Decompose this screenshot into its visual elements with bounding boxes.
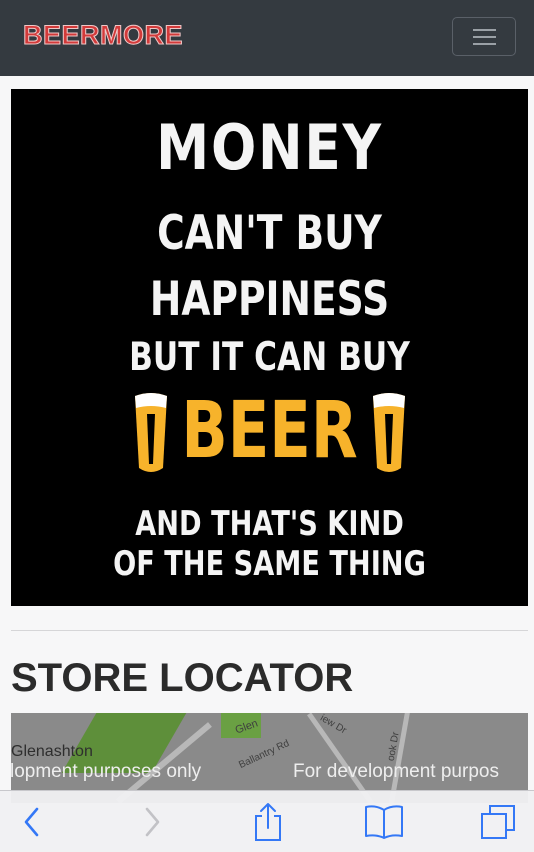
tabs-button[interactable]	[468, 791, 528, 852]
share-button[interactable]	[238, 791, 298, 852]
menu-toggle-button[interactable]	[452, 17, 516, 56]
poster-line-2: CAN'T BUY	[157, 206, 382, 261]
chevron-left-icon	[24, 807, 39, 837]
poster-beer-row: BEER	[11, 386, 528, 486]
poster-line-3: HAPPINESS	[149, 272, 390, 327]
map-place-label: Glenashton	[11, 743, 93, 760]
poster-beer-word: BEER	[181, 386, 358, 476]
forward-button[interactable]	[122, 791, 182, 852]
hamburger-menu-icon	[473, 29, 496, 31]
back-button[interactable]	[2, 791, 62, 852]
section-divider	[11, 630, 528, 631]
poster-line-5: AND THAT'S KIND	[135, 504, 404, 544]
browser-toolbar	[0, 790, 534, 852]
tabs-icon	[481, 805, 515, 839]
hamburger-menu-icon	[473, 36, 496, 38]
poster-line-6: OF THE SAME THING	[113, 544, 426, 584]
map-street-label: Ballantry Rd	[237, 738, 292, 771]
chevron-right-icon	[145, 807, 160, 837]
hamburger-menu-icon	[473, 43, 496, 45]
poster-line-1: MONEY	[156, 111, 383, 184]
store-locator-title: STORE LOCATOR	[11, 656, 354, 700]
bookmarks-button[interactable]	[354, 791, 414, 852]
map-dev-watermark: For development purpos	[293, 761, 499, 782]
share-icon	[255, 803, 281, 841]
poster-line-4: BUT IT CAN BUY	[129, 335, 410, 380]
book-icon	[365, 805, 403, 839]
brand-logo[interactable]: BEERMORE	[22, 20, 183, 51]
navbar: BEERMORE	[0, 0, 534, 76]
promo-image: MONEY CAN'T BUY HAPPINESS BUT IT CAN BUY…	[11, 89, 528, 606]
beer-glass-icon	[373, 393, 405, 472]
map-dev-watermark: lopment purposes only	[11, 761, 202, 782]
